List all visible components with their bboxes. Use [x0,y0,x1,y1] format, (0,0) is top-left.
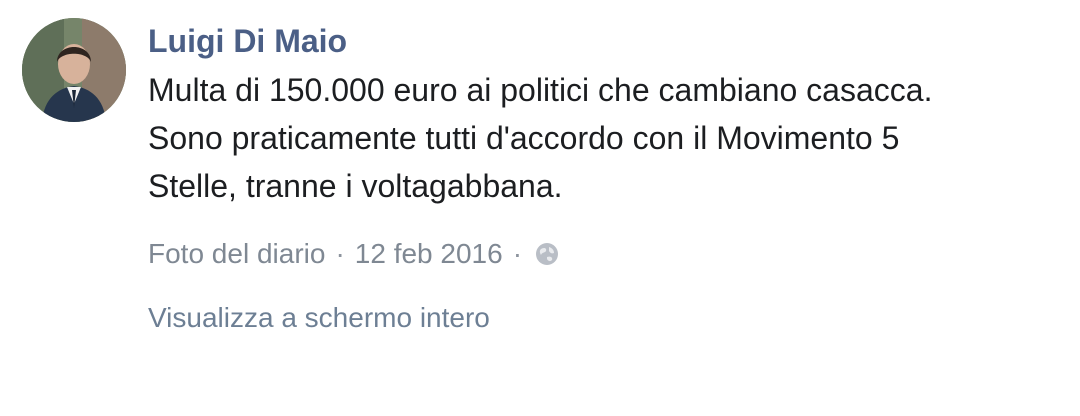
globe-icon [534,241,560,267]
avatar[interactable] [22,18,126,122]
profile-photo [22,18,126,122]
post-meta: Foto del diario · 12 feb 2016 · [148,232,560,276]
post-date[interactable]: 12 feb 2016 [355,232,503,276]
view-fullscreen-link[interactable]: Visualizza a schermo intero [148,296,490,340]
post-card: Luigi Di Maio Multa di 150.000 euro ai p… [0,0,1080,416]
meta-separator: · [512,238,523,269]
author-name[interactable]: Luigi Di Maio [148,20,1058,62]
post-message: Multa di 150.000 euro ai politici che ca… [148,72,933,204]
timeline-photos-link[interactable]: Foto del diario [148,232,325,276]
post-body: Luigi Di Maio Multa di 150.000 euro ai p… [148,20,1058,210]
meta-separator: · [335,238,345,269]
